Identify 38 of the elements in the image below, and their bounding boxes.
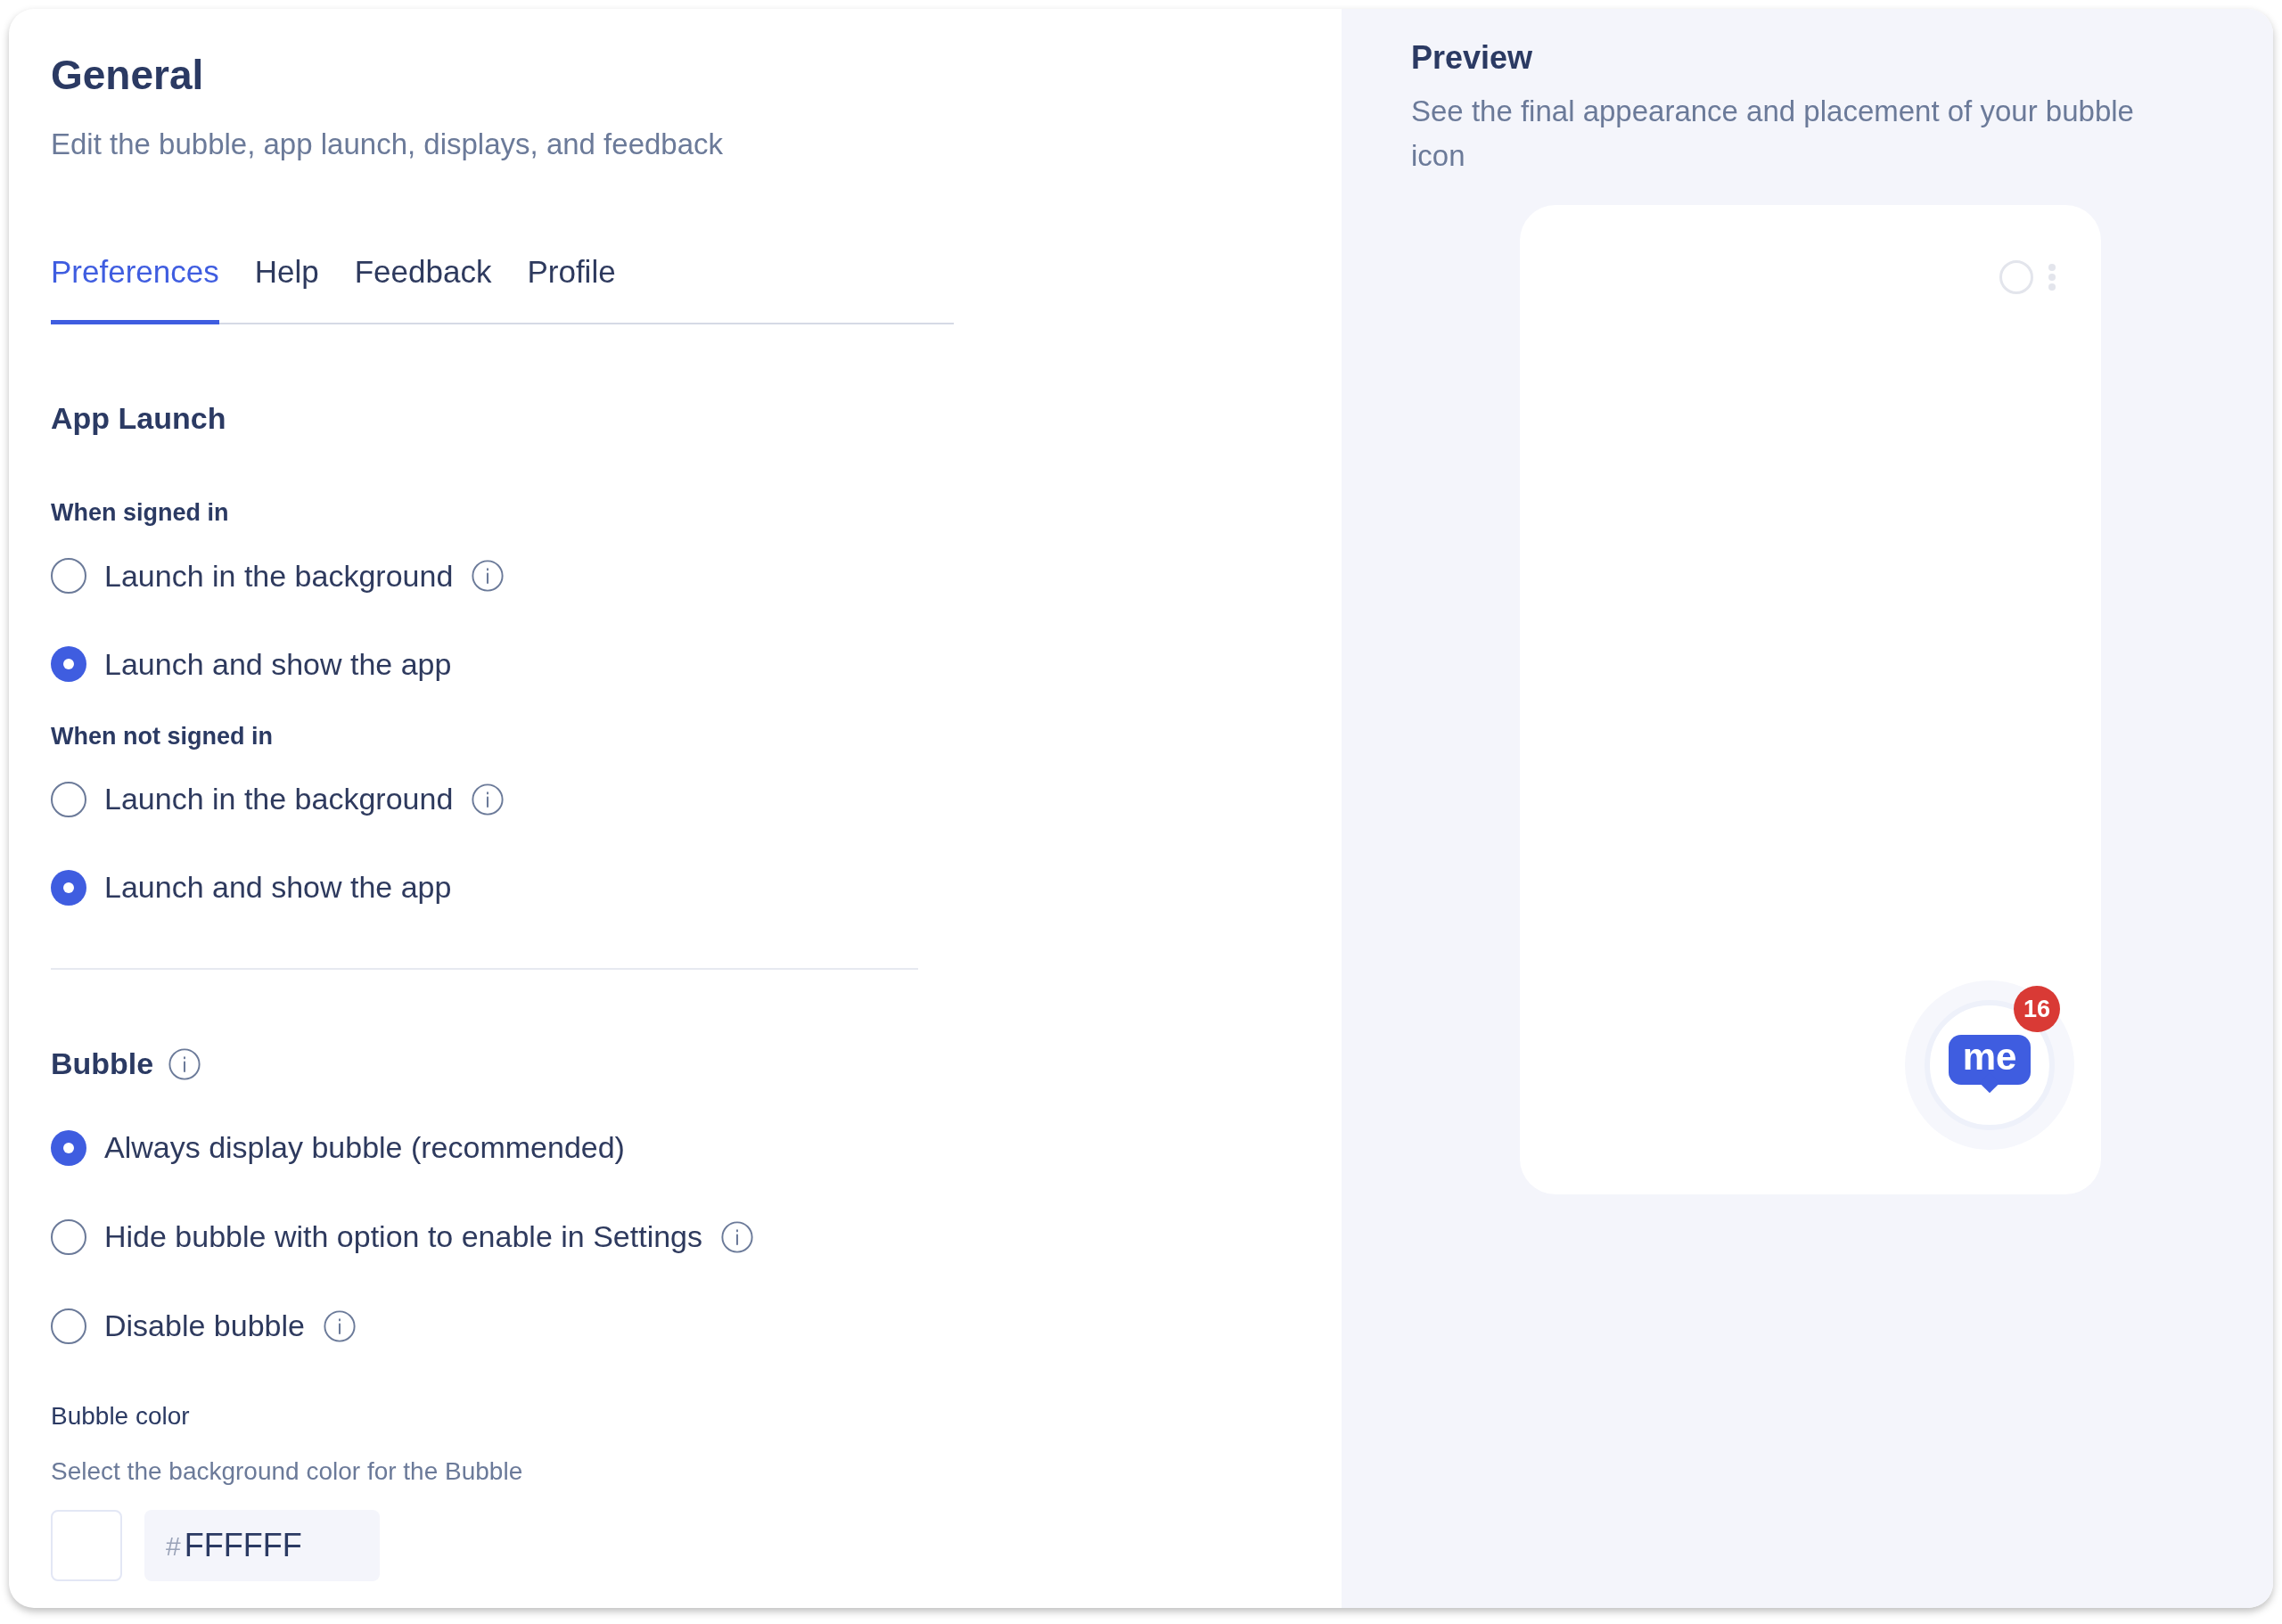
preview-title: Preview xyxy=(1411,38,1534,78)
page-title: General xyxy=(51,51,205,100)
tab[interactable]: Profile xyxy=(527,248,616,324)
radio-label: Always display bubble (recommended) xyxy=(104,1129,625,1166)
group-label: When signed in xyxy=(51,498,230,528)
radio-label: Disable bubble xyxy=(104,1308,305,1344)
info-icon[interactable] xyxy=(720,1219,755,1254)
radio-button[interactable] xyxy=(51,1218,86,1255)
radio-button[interactable] xyxy=(51,558,86,594)
radio-label: Hide bubble with option to enable in Settings xyxy=(104,1218,703,1255)
radio-label: Launch and show the app xyxy=(104,869,452,906)
group-label: When not signed in xyxy=(51,721,274,751)
radio-button[interactable] xyxy=(51,869,86,906)
radio-button[interactable] xyxy=(51,1308,86,1344)
notification-badge: 16 xyxy=(2014,986,2060,1032)
radio-button[interactable] xyxy=(51,1129,86,1166)
radio-button[interactable] xyxy=(51,646,86,682)
tab[interactable]: Preferences xyxy=(51,248,219,324)
hash-prefix: # xyxy=(166,1530,181,1562)
info-icon[interactable] xyxy=(168,1046,202,1081)
field-label: Bubble color xyxy=(51,1401,191,1431)
tab[interactable]: Feedback xyxy=(354,248,492,324)
color-value: FFFFFF xyxy=(184,1526,302,1565)
tab[interactable]: Help xyxy=(254,248,319,324)
radio-label: Launch in the background xyxy=(104,781,454,817)
radio-label: Launch in the background xyxy=(104,557,454,595)
field-hint: Select the background color for the Bubble xyxy=(51,1456,524,1487)
section-heading: App Launch xyxy=(51,400,227,437)
section-heading: Bubble xyxy=(51,1046,154,1082)
page-subtitle: Edit the bubble, app launch, displays, and feedback xyxy=(51,127,725,162)
info-icon[interactable] xyxy=(471,782,505,816)
color-swatch[interactable] xyxy=(51,1510,122,1581)
info-icon[interactable] xyxy=(322,1308,357,1343)
info-icon[interactable] xyxy=(471,559,505,593)
radio-label: Launch and show the app xyxy=(104,645,452,683)
preview-subtitle: See the final appearance and placement of your bubble icon xyxy=(1411,94,2135,174)
color-input-field[interactable]: #FFFFFF xyxy=(144,1510,380,1581)
radio-button[interactable] xyxy=(51,781,86,817)
